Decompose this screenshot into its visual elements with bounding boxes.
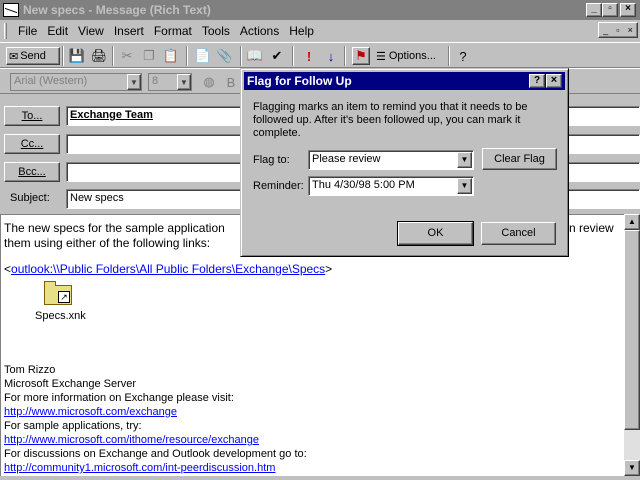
options-icon: ☰ (376, 50, 386, 63)
ok-button[interactable]: OK (397, 221, 474, 246)
font-color-icon[interactable]: ◍ (200, 73, 218, 91)
attachment-name: Specs.xnk (35, 310, 86, 322)
mdi-restore-icon[interactable]: ▫ (616, 25, 619, 35)
scroll-thumb[interactable] (624, 230, 640, 430)
cancel-button[interactable]: Cancel (481, 222, 556, 245)
low-importance-icon[interactable]: ↓ (322, 47, 340, 65)
vertical-scrollbar[interactable]: ▲ ▼ (624, 214, 640, 476)
cc-button[interactable]: Cc... (4, 134, 60, 154)
flag-to-label: Flag to: (253, 154, 290, 166)
signature-info1: For more information on Exchange please … (4, 392, 234, 404)
link-prefix: < (4, 262, 12, 276)
cut-icon[interactable]: ✂ (118, 47, 136, 65)
signature-info2: For sample applications, try: (4, 420, 142, 432)
dialog-title-bar[interactable]: Flag for Follow Up ? × (244, 72, 565, 90)
scroll-up-icon[interactable]: ▲ (624, 214, 640, 230)
body-intro-end: n review (569, 221, 614, 235)
check-names-icon[interactable]: ✔ (268, 47, 286, 65)
menu-tools[interactable]: Tools (197, 24, 235, 38)
copy-icon[interactable]: ❐ (140, 47, 158, 65)
dialog-title: Flag for Follow Up (247, 74, 352, 88)
menu-format[interactable]: Format (149, 24, 197, 38)
ithome-link[interactable]: http://www.microsoft.com/ithome/resource… (4, 433, 622, 447)
subject-label: Subject: (10, 192, 50, 204)
menu-file[interactable]: File (13, 24, 42, 38)
paste-icon[interactable]: 📋 (162, 47, 180, 65)
menu-view[interactable]: View (73, 24, 109, 38)
chevron-down-icon[interactable]: ▼ (457, 152, 472, 168)
mdi-close-icon[interactable]: × (628, 25, 633, 35)
send-label: Send (20, 50, 46, 62)
body-intro-start: The new specs for the sample application (4, 221, 225, 235)
reminder-combo[interactable]: Thu 4/30/98 5:00 PM ▼ (308, 176, 474, 196)
reminder-value: Thu 4/30/98 5:00 PM (312, 179, 415, 191)
signature: Tom Rizzo Microsoft Exchange Server For … (4, 363, 622, 475)
flag-dialog: Flag for Follow Up ? × Flagging marks an… (240, 68, 569, 257)
standard-toolbar: ✉ Send 💾 🖨 ✂ ❐ 📋 📄 📎 📖 ✔ ! ↓ ⚑ ☰ Options… (0, 42, 640, 68)
scroll-down-icon[interactable]: ▼ (624, 460, 640, 476)
menu-actions[interactable]: Actions (235, 24, 284, 38)
maximize-button[interactable]: ▫ (602, 3, 618, 17)
public-folder-link[interactable]: outlook:\\Public Folders\All Public Fold… (11, 262, 325, 276)
exchange-link[interactable]: http://www.microsoft.com/exchange (4, 405, 622, 419)
menu-insert[interactable]: Insert (109, 24, 149, 38)
font-combo[interactable]: Arial (Western) ▼ (10, 73, 142, 91)
help-icon[interactable]: ? (454, 47, 472, 65)
window-title-bar[interactable]: New specs - Message (Rich Text) _ ▫ × (0, 0, 640, 20)
menu-help[interactable]: Help (284, 24, 319, 38)
options-button[interactable]: ☰ Options... (376, 47, 446, 65)
bold-icon[interactable]: B (222, 73, 240, 91)
community-link[interactable]: http://community1.microsoft.com/int-peer… (4, 461, 622, 475)
chevron-down-icon: ▼ (127, 74, 141, 90)
size-combo[interactable]: 8 ▼ (148, 73, 192, 91)
send-icon: ✉ (9, 50, 19, 63)
minimize-button[interactable]: _ (586, 3, 602, 17)
flag-to-combo[interactable]: Please review ▼ (308, 150, 474, 170)
envelope-icon (3, 3, 19, 17)
high-importance-icon[interactable]: ! (300, 47, 318, 65)
close-button[interactable]: × (620, 3, 636, 17)
flag-to-value: Please review (312, 153, 381, 165)
signature-company: Microsoft Exchange Server (4, 378, 137, 390)
flag-icon[interactable]: ⚑ (352, 47, 370, 65)
menu-grip (4, 23, 7, 39)
send-button[interactable]: ✉ Send (6, 47, 60, 65)
options-label: Options... (388, 50, 436, 62)
mdi-controls: _ ▫ × (598, 22, 638, 38)
menu-bar: File Edit View Insert Format Tools Actio… (0, 20, 640, 42)
attachment[interactable]: ↗ Specs.xnk (4, 277, 622, 363)
signature-info3: For discussions on Exchange and Outlook … (4, 448, 307, 460)
mdi-minimize-icon[interactable]: _ (603, 25, 608, 35)
insert-file-icon[interactable]: 📄 (194, 47, 212, 65)
bcc-button[interactable]: Bcc... (4, 162, 60, 182)
close-icon[interactable]: × (546, 74, 562, 88)
attach-icon[interactable]: 📎 (216, 47, 234, 65)
menu-edit[interactable]: Edit (42, 24, 73, 38)
help-icon[interactable]: ? (529, 74, 545, 88)
to-button[interactable]: To... (4, 106, 60, 126)
link-suffix: > (325, 262, 333, 276)
reminder-label: Reminder: (253, 180, 304, 192)
chevron-down-icon: ▼ (177, 74, 191, 90)
shortcut-folder-icon: ↗ (44, 281, 74, 305)
print-icon[interactable]: 🖨 (90, 47, 108, 65)
chevron-down-icon[interactable]: ▼ (457, 178, 472, 194)
signature-name: Tom Rizzo (4, 364, 56, 376)
window-title: New specs - Message (Rich Text) (23, 3, 211, 17)
clear-flag-button[interactable]: Clear Flag (482, 148, 557, 170)
save-icon[interactable]: 💾 (68, 47, 86, 65)
dialog-description: Flagging marks an item to remind you tha… (253, 101, 528, 139)
size-value: 8 (152, 75, 159, 87)
font-value: Arial (Western) (14, 75, 88, 87)
address-book-icon[interactable]: 📖 (246, 47, 264, 65)
